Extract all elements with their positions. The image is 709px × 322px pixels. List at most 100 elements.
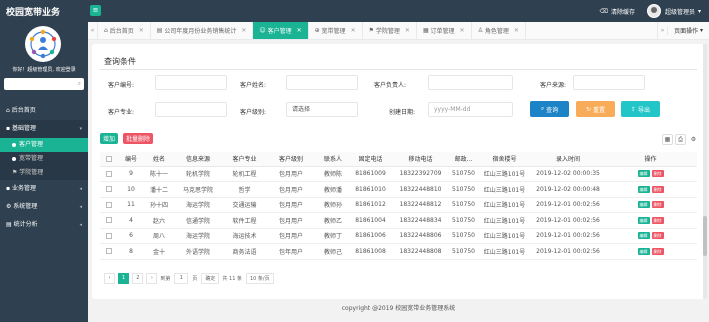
column-header[interactable]: 编号 xyxy=(117,152,145,167)
menu-toggle-button[interactable]: ≡ xyxy=(90,5,101,16)
sidebar-item-home[interactable]: ⌂ 后台首页 xyxy=(0,102,88,120)
column-header[interactable]: 录入时间 xyxy=(532,152,604,167)
column-header[interactable]: 固定电话 xyxy=(350,152,391,167)
delete-button[interactable]: 删除 xyxy=(651,216,664,224)
page-operations-menu[interactable]: 页面操作 ▾ xyxy=(667,26,709,35)
add-button[interactable]: 增加 xyxy=(100,133,118,144)
customer-owner-input[interactable] xyxy=(428,75,513,90)
clear-cache-link[interactable]: 清除缓存 xyxy=(611,7,635,16)
cell-dorm: 红山三路101号 xyxy=(477,181,532,198)
sidebar-item-broadband[interactable]: 宽带管理 xyxy=(0,152,88,166)
column-header[interactable]: 移动电话 xyxy=(391,152,450,167)
customer-name-input[interactable] xyxy=(286,75,358,90)
delete-button[interactable]: 删除 xyxy=(651,201,664,209)
created-date-input[interactable]: yyyy-MM-dd xyxy=(428,102,513,117)
sidebar-search-input[interactable]: ⌕ xyxy=(4,78,84,90)
print-icon[interactable]: ⎙ xyxy=(675,134,686,145)
search-icon[interactable]: ⌕ xyxy=(78,80,81,88)
table-row[interactable]: 8 金十 外语学院 商务法语 包年用户 教师己 81861008 1832244… xyxy=(100,243,697,260)
cell-dorm: 红山三路101号 xyxy=(477,212,532,229)
sidebar-item-basic[interactable]: ▪ 基础管理 ▾ xyxy=(0,120,88,138)
table-row[interactable]: 10 潘十二 马克思学院 哲学 包月用户 教师潘 81861010 183224… xyxy=(100,181,697,198)
tab-customers[interactable]: ☺ 客户管理 ✕ xyxy=(253,22,309,39)
edit-button[interactable]: 编辑 xyxy=(637,170,650,178)
row-checkbox[interactable] xyxy=(100,166,117,182)
page-size-select[interactable]: 10 条/页 xyxy=(245,272,274,284)
close-icon[interactable]: ✕ xyxy=(241,27,246,34)
sidebar-item-system[interactable]: ⚙ 系统管理 ◂ xyxy=(0,198,88,216)
search-button[interactable]: ⌕ 查询 xyxy=(530,101,569,117)
tab-orders[interactable]: ▦ 订单管理 ✕ xyxy=(417,22,472,39)
row-checkbox[interactable] xyxy=(100,197,117,213)
select-all-checkbox[interactable] xyxy=(100,152,117,167)
reset-button[interactable]: ↻ 重置 xyxy=(576,101,615,117)
sidebar-item-business[interactable]: ▪ 业务管理 ◂ xyxy=(0,180,88,198)
sidebar-item-customers[interactable]: 客户管理 xyxy=(0,138,88,152)
page-2-button[interactable]: 2 xyxy=(132,272,144,284)
tab-scroll-right-button[interactable]: » xyxy=(657,21,667,40)
close-icon[interactable]: ✕ xyxy=(514,27,519,34)
customer-major-input[interactable] xyxy=(155,102,227,117)
table-row[interactable]: 11 孙十四 海运学院 交通运输 包月用户 教师孙 81861012 18322… xyxy=(100,197,697,213)
settings-icon[interactable]: ⚙ xyxy=(688,134,699,145)
vertical-scrollbar[interactable] xyxy=(703,44,707,299)
clear-cache-icon[interactable]: ⌫ xyxy=(599,8,607,15)
row-checkbox[interactable] xyxy=(100,212,117,229)
edit-button[interactable]: 编辑 xyxy=(637,232,650,240)
edit-button[interactable]: 编辑 xyxy=(637,216,650,224)
sidebar-item-stats[interactable]: ▤ 统计分析 ◂ xyxy=(0,216,88,234)
delete-button[interactable]: 删除 xyxy=(651,185,664,193)
close-icon[interactable]: ✕ xyxy=(460,27,465,34)
column-header[interactable]: 客户专业 xyxy=(223,152,266,167)
tab-right-controls: » 页面操作 ▾ xyxy=(657,21,709,40)
customer-level-select[interactable]: 请选择 xyxy=(286,102,358,117)
customer-source-input[interactable] xyxy=(573,75,645,90)
column-header[interactable]: 联系人 xyxy=(316,152,350,167)
prev-page-button[interactable]: ‹ xyxy=(104,272,115,284)
edit-button[interactable]: 编辑 xyxy=(637,185,650,193)
confirm-page-button[interactable]: 确定 xyxy=(201,272,220,284)
user-avatar[interactable] xyxy=(646,4,661,18)
sidebar-item-label: 业务管理 xyxy=(11,185,36,192)
column-header[interactable]: 客户级别 xyxy=(266,152,316,167)
delete-button[interactable]: 删除 xyxy=(651,170,664,178)
close-icon[interactable]: ✕ xyxy=(405,27,410,34)
export-button[interactable]: ⇪ 导出 xyxy=(621,101,660,117)
table-row[interactable]: 4 赵六 信通学院 软件工程 包月用户 教师乙 81861004 1832244… xyxy=(100,212,697,229)
select-value: 请选择 xyxy=(292,106,311,113)
edit-button[interactable]: 编辑 xyxy=(637,247,650,255)
tab-roles[interactable]: ♙ 角色管理 ✕ xyxy=(472,22,526,39)
chevron-down-icon[interactable]: ▾ xyxy=(698,8,701,15)
cell-dorm: 红山三路101号 xyxy=(477,197,532,213)
user-menu[interactable]: 超级管理员 xyxy=(665,7,695,16)
tab-college[interactable]: ⚑ 学院管理 ✕ xyxy=(363,22,417,39)
table-row[interactable]: 6 周八 海运学院 海运技术 包月用户 教师丁 81861006 1832244… xyxy=(100,228,697,244)
next-page-button[interactable]: › xyxy=(146,272,158,284)
table-row[interactable]: 9 陈十一 轮机学院 轮机工程 包月用户 教师陈 81861009 183223… xyxy=(100,166,697,182)
batch-delete-button[interactable]: 批量删除 xyxy=(123,133,153,144)
column-header[interactable]: 邮政... xyxy=(450,152,477,167)
tab-broadband[interactable]: ⊕ 宽带管理 ✕ xyxy=(309,22,363,39)
scrollbar-thumb[interactable] xyxy=(703,216,707,256)
close-icon[interactable]: ✕ xyxy=(351,27,356,34)
sidebar-item-college[interactable]: ⚑ 学院管理 xyxy=(0,166,88,180)
goto-page-input[interactable]: 1 xyxy=(174,272,189,284)
column-header[interactable]: 宿舍楼号 xyxy=(477,152,532,167)
row-checkbox[interactable] xyxy=(100,181,117,198)
column-header[interactable]: 信息来源 xyxy=(173,152,223,167)
delete-button[interactable]: 删除 xyxy=(651,232,664,240)
columns-icon[interactable]: ▦ xyxy=(662,134,673,145)
cell-tel: 81861006 xyxy=(350,228,391,244)
edit-button[interactable]: 编辑 xyxy=(637,201,650,209)
row-checkbox[interactable] xyxy=(100,228,117,244)
close-icon[interactable]: ✕ xyxy=(139,27,144,34)
column-header[interactable]: 姓名 xyxy=(145,152,173,167)
tab-scroll-left-button[interactable]: « xyxy=(88,22,98,39)
row-checkbox[interactable] xyxy=(100,243,117,260)
page-1-button[interactable]: 1 xyxy=(118,272,130,284)
tab-home[interactable]: ⌂ 后台首页 ✕ xyxy=(98,22,151,39)
tab-sales-stats[interactable]: ▤ 公司年度月份业务销售统计 ✕ xyxy=(151,22,254,39)
customer-id-input[interactable] xyxy=(155,75,227,90)
delete-button[interactable]: 删除 xyxy=(651,247,664,255)
close-icon[interactable]: ✕ xyxy=(297,27,302,34)
